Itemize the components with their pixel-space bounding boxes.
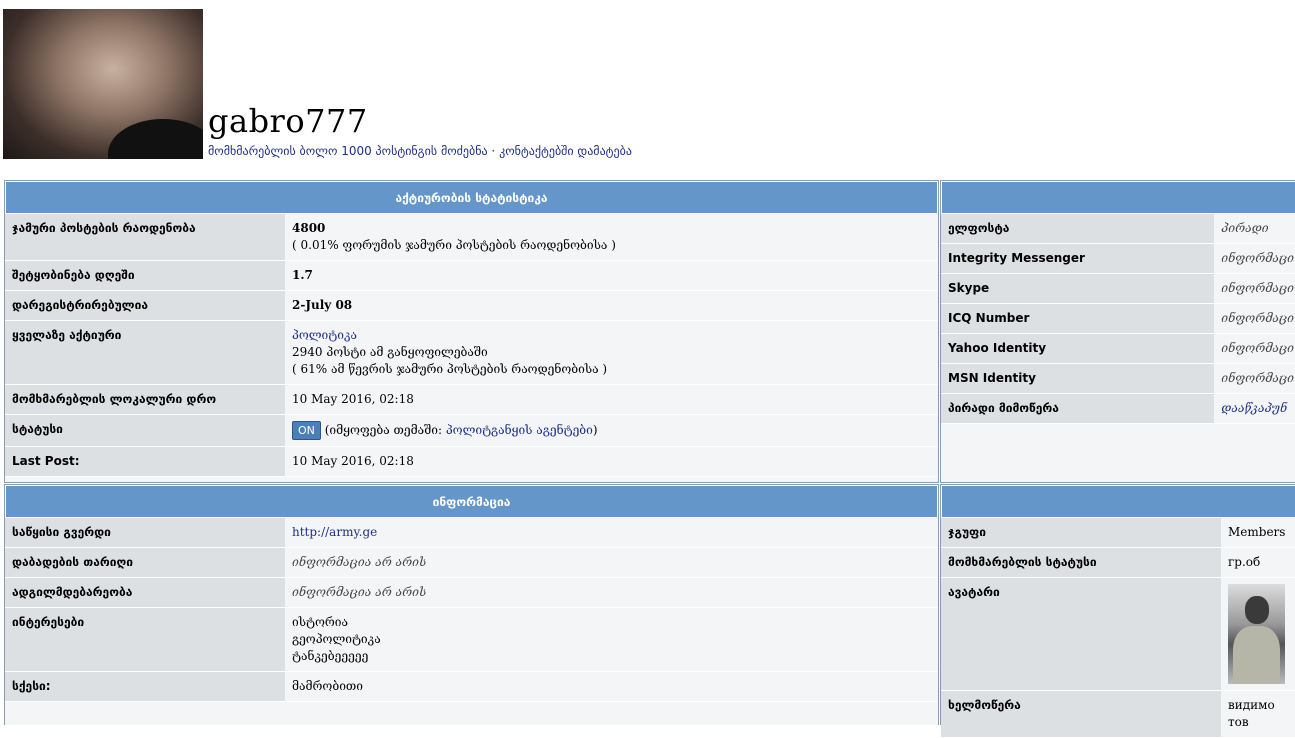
member-table: ჯგუფი Members მომხმარებლის სტატუსი гр.об… (941, 518, 1295, 738)
add-contact-link[interactable]: კონტაქტებში დამატება (499, 144, 632, 158)
table-row: Integrity Messenger ინფორმაცი (941, 243, 1295, 274)
table-row: მომხმარებლის ლოკალური დრო 10 May 2016, 0… (5, 384, 938, 415)
most-active-forum-link[interactable]: პოლიტიკა (292, 328, 357, 342)
online-status-badge: ON (292, 421, 321, 440)
status-label: სტატუსი (5, 414, 285, 447)
username-heading: gabro777 (208, 102, 368, 140)
table-row: შეტყობინება დღეში 1.7 (5, 260, 938, 291)
local-time-value: 10 May 2016, 02:18 (285, 384, 938, 415)
activity-table: ჯამური პოსტების რაოდენობა 4800 ( 0.01% ფ… (5, 214, 938, 477)
contact-label: Skype (941, 273, 1215, 304)
contact-panel-title (941, 181, 1295, 214)
contact-value: ინფორმაცი (1214, 243, 1295, 274)
table-row: ადგილმდებარეობა ინფორმაცია არ არის (5, 577, 938, 608)
total-posts-note: ( 0.01% ფორუმის ჯამური პოსტების რაოდენობ… (292, 238, 616, 252)
avatar-body-shape (1233, 626, 1280, 684)
per-day-value: 1.7 (292, 268, 313, 282)
table-row: ავატარი (941, 577, 1295, 691)
status-topic-link[interactable]: პოლიტგანყის აგენტები (446, 423, 593, 437)
status-suffix: ) (592, 423, 598, 437)
table-row: დაბადების თარიღი ინფორმაცია არ არის (5, 547, 938, 578)
registered-label: დარეგისტრირებულია (5, 290, 285, 321)
link-separator: · (491, 144, 496, 158)
contact-value: ინფორმაცი (1214, 363, 1295, 394)
total-posts-cell: 4800 ( 0.01% ფორუმის ჯამური პოსტების რაო… (285, 214, 938, 261)
activity-panel-title: აქტიურობის სტატისტიკა (5, 181, 938, 214)
interests-label: ინტერესები (5, 607, 285, 672)
contact-value[interactable]: დააწკაპუნ (1214, 393, 1295, 424)
most-active-count: 2940 პოსტი ამ განყოფილებაში (292, 345, 488, 359)
info-panel-title: ინფორმაცია (5, 485, 938, 518)
microphone-shape (108, 119, 203, 159)
signature-value: видимо тов (1221, 690, 1295, 738)
registered-value: 2-July 08 (292, 298, 353, 312)
table-row: დარეგისტრირებულია 2-July 08 (5, 290, 938, 321)
contact-table: ელფოსტა პირადი Integrity Messenger ინფორმაც… (941, 214, 1295, 424)
table-row: ინტერესები ისტორია გეოპოლიტიკა ტანკებეეე… (5, 607, 938, 672)
total-posts-label: ჯამური პოსტების რაოდენობა (5, 214, 285, 261)
profile-links: მომხმარებლის ბოლო 1000 პოსტინგის მოძებნა… (208, 144, 632, 158)
activity-panel: აქტიურობის სტატისტიკა ჯამური პოსტების რა… (4, 180, 939, 483)
gender-value: მამრობითი (285, 671, 938, 702)
contact-value: ინფორმაცი (1214, 273, 1295, 304)
table-row: ხელმოწერა видимо тов (941, 690, 1295, 738)
table-row: სქესი: მამრობითი (5, 671, 938, 702)
location-label: ადგილმდებარეობა (5, 577, 285, 608)
homepage-link[interactable]: http://army.ge (292, 525, 377, 539)
info-panel: ინფორმაცია საწყისი გვერდი http://army.ge… (4, 484, 939, 725)
contact-value: პირადი (1214, 214, 1295, 244)
member-panel: ჯგუფი Members მომხმარებლის სტატუსი гр.об… (940, 484, 1295, 738)
total-posts-value: 4800 (292, 221, 326, 235)
avatar-head-shape (1245, 596, 1269, 624)
contact-label: ICQ Number (941, 303, 1215, 334)
table-row: MSN Identity ინფორმაცი (941, 363, 1295, 394)
contact-label: ელფოსტა (941, 214, 1215, 244)
search-posts-link[interactable]: მომხმარებლის ბოლო 1000 პოსტინგის მოძებნა (208, 144, 488, 158)
member-panel-title (941, 485, 1295, 518)
info-table: საწყისი გვერდი http://army.ge დაბადების … (5, 518, 938, 702)
location-value: ინფორმაცია არ არის (285, 577, 938, 608)
contact-label: Integrity Messenger (941, 243, 1215, 274)
contact-label: MSN Identity (941, 363, 1215, 394)
avatar-label: ავატარი (941, 577, 1221, 691)
user-status-label: მომხმარებლის სტატუსი (941, 547, 1221, 578)
last-post-label: Last Post: (5, 446, 285, 477)
table-row: პირადი მიმოწერა დააწკაპუნ (941, 393, 1295, 424)
contact-value: ინფორმაცი (1214, 303, 1295, 334)
birthday-value: ინფორმაცია არ არის (285, 547, 938, 578)
birthday-label: დაბადების თარიღი (5, 547, 285, 578)
table-row: Skype ინფორმაცი (941, 273, 1295, 304)
per-day-label: შეტყობინება დღეში (5, 260, 285, 291)
contact-label: Yahoo Identity (941, 333, 1215, 364)
homepage-label: საწყისი გვერდი (5, 518, 285, 548)
table-row: Last Post: 10 May 2016, 02:18 (5, 446, 938, 477)
contact-value: ინფორმაცი (1214, 333, 1295, 364)
last-post-value: 10 May 2016, 02:18 (285, 446, 938, 477)
interest-item: ტანკებეეეეე (292, 649, 369, 663)
local-time-label: მომხმარებლის ლოკალური დრო (5, 384, 285, 415)
table-row: ყველაზე აქტიური პოლიტიკა 2940 პოსტი ამ გ… (5, 320, 938, 385)
table-row: ჯამური პოსტების რაოდენობა 4800 ( 0.01% ფ… (5, 214, 938, 261)
table-row: ჯგუფი Members (941, 518, 1295, 548)
interest-item: ისტორია (292, 615, 348, 629)
signature-label: ხელმოწერა (941, 690, 1221, 738)
user-status-value: гр.об (1221, 547, 1295, 578)
table-row: ელფოსტა პირადი (941, 214, 1295, 244)
interest-item: გეოპოლიტიკა (292, 632, 381, 646)
most-active-note: ( 61% ამ წევრის ჯამური პოსტების რაოდენობ… (292, 362, 608, 376)
avatar (1228, 584, 1285, 684)
contact-panel: ელფოსტა პირადი Integrity Messenger ინფორმაც… (940, 180, 1295, 483)
group-label: ჯგუფი (941, 518, 1221, 548)
status-prefix: (იმყოფება თემაში: (324, 423, 442, 437)
profile-photo (3, 9, 203, 159)
group-value: Members (1221, 518, 1295, 548)
table-row: მომხმარებლის სტატუსი гр.об (941, 547, 1295, 578)
table-row: ICQ Number ინფორმაცი (941, 303, 1295, 334)
gender-label: სქესი: (5, 671, 285, 702)
contact-label: პირადი მიმოწერა (941, 393, 1215, 424)
table-row: სტატუსი ON (იმყოფება თემაში: პოლიტგანყის… (5, 414, 938, 447)
table-row: Yahoo Identity ინფორმაცი (941, 333, 1295, 364)
most-active-label: ყველაზე აქტიური (5, 320, 285, 385)
table-row: საწყისი გვერდი http://army.ge (5, 518, 938, 548)
